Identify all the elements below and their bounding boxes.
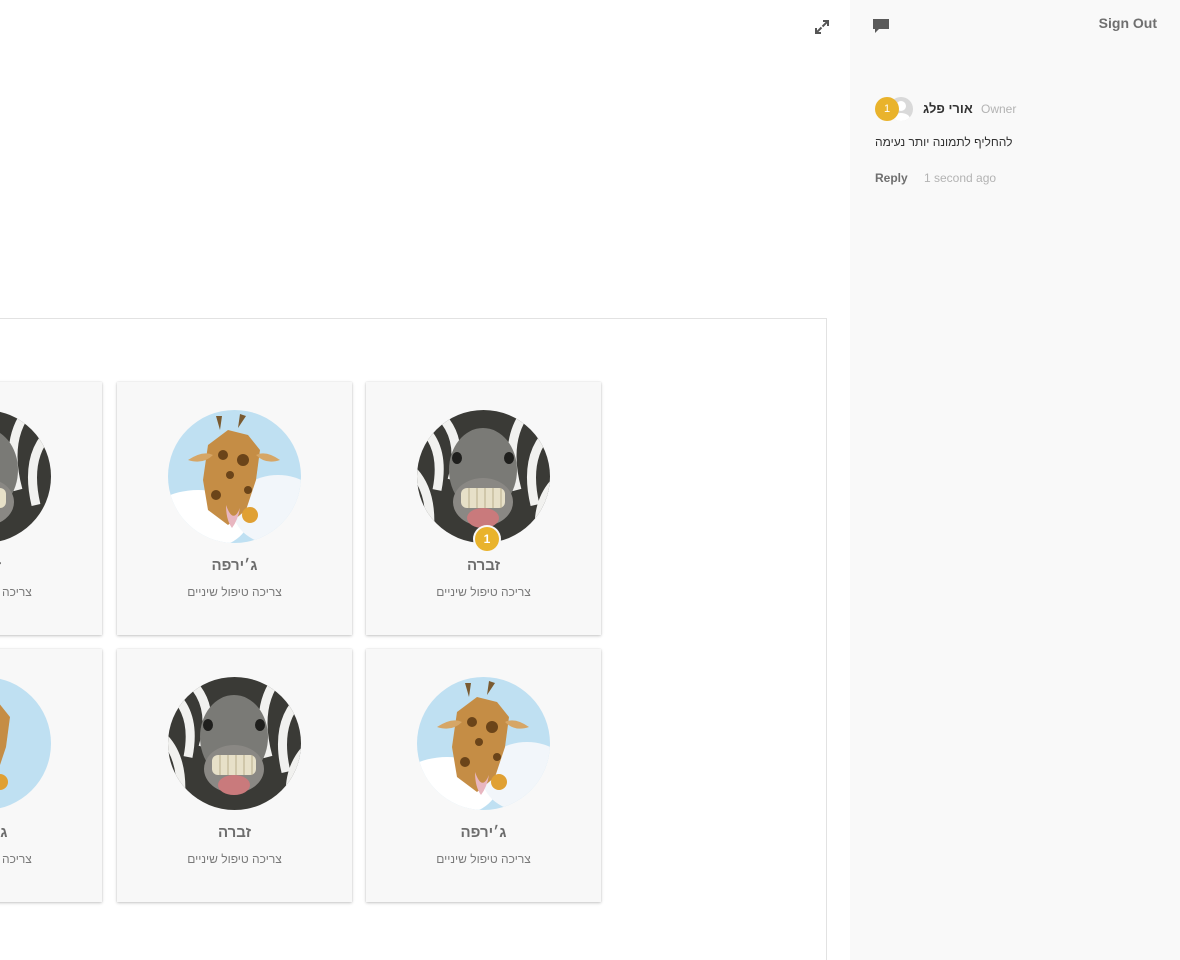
zebra-image <box>417 410 550 543</box>
comment-footer: Reply 1 second ago <box>875 171 1165 187</box>
giraffe-image <box>0 677 51 810</box>
card-title: ג׳ירפה <box>0 824 8 841</box>
avatar: 1 <box>875 97 915 121</box>
card-subtitle: צריכה טיפול שיניים <box>436 585 531 599</box>
card-title: זברה <box>0 557 102 574</box>
card-subtitle: צריכה טיפול שיניים <box>0 585 32 599</box>
reply-button[interactable]: Reply <box>875 171 908 185</box>
comments-toggle[interactable] <box>872 17 892 37</box>
card-title: ג׳ירפה <box>460 824 507 841</box>
expand-button[interactable] <box>810 15 834 39</box>
card-giraffe[interactable]: ג׳ירפה צריכה טיפול שיניים <box>0 649 102 902</box>
comment-text: להחליף לתמונה יותר נעימה <box>875 135 1013 149</box>
expand-icon <box>815 20 829 34</box>
comments-sidebar: Sign Out 1 אורי פלג Owner להחליף לתמונה … <box>850 0 1180 960</box>
giraffe-image <box>417 677 550 810</box>
comment-badge[interactable]: 1 <box>475 527 499 551</box>
card-zebra[interactable]: 1 זברה צריכה טיפול שיניים <box>366 382 601 635</box>
author-role: Owner <box>981 102 1017 116</box>
card-zebra[interactable]: זברה צריכה טיפול שיניים <box>117 649 352 902</box>
card-zebra[interactable]: זברה צריכה טיפול שיניים <box>0 382 102 635</box>
canvas-area: 1 זברה צריכה טיפול שיניים ג׳ירפה צריכה ט… <box>0 0 850 960</box>
zebra-image <box>0 410 51 543</box>
comment-number-badge: 1 <box>875 97 899 121</box>
card-subtitle: צריכה טיפול שיניים <box>187 585 282 599</box>
card-subtitle: צריכה טיפול שיניים <box>0 852 32 866</box>
comment-thread: 1 אורי פלג Owner להחליף לתמונה יותר נעימ… <box>875 97 1165 187</box>
card-title: זברה <box>466 557 501 574</box>
zebra-image <box>168 677 301 810</box>
card-subtitle: צריכה טיפול שיניים <box>187 852 282 866</box>
comment-header: 1 אורי פלג Owner <box>875 97 1165 121</box>
card-giraffe[interactable]: ג׳ירפה צריכה טיפול שיניים <box>117 382 352 635</box>
comment-author: אורי פלג <box>923 101 973 116</box>
card-title: ג׳ירפה <box>211 557 258 574</box>
card-giraffe[interactable]: ג׳ירפה צריכה טיפול שיניים <box>366 649 601 902</box>
giraffe-image <box>168 410 301 543</box>
comments-icon <box>873 19 889 33</box>
card-subtitle: צריכה טיפול שיניים <box>436 852 531 866</box>
card-title: זברה <box>217 824 252 841</box>
comment-timestamp: 1 second ago <box>924 171 997 185</box>
sign-out-button[interactable]: Sign Out <box>1099 15 1157 31</box>
